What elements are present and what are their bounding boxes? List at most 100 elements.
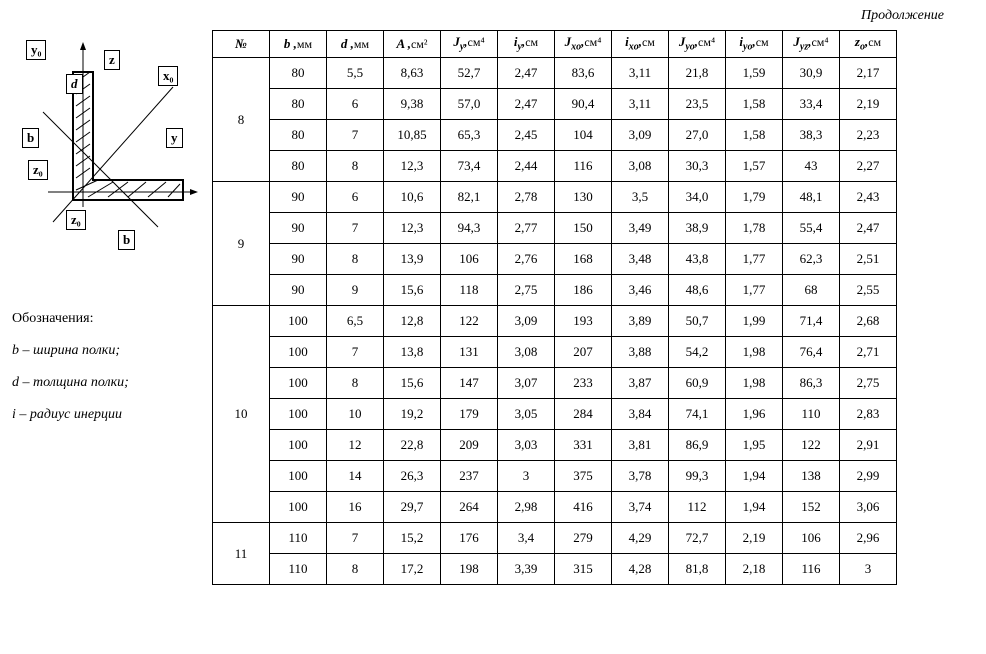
table-row: 8069,3857,02,4790,43,1123,51,5833,42,19: [213, 89, 897, 120]
cell-Jy: 122: [441, 306, 498, 337]
table-row: 100713,81313,082073,8854,21,9876,42,71: [213, 337, 897, 368]
cell-Jxo: 284: [555, 399, 612, 430]
legend-block: Обозначения: b – ширина полки; d – толщи…: [12, 305, 129, 433]
cell-Jyz: 122: [783, 430, 840, 461]
cell-d: 8: [327, 244, 384, 275]
cell-ixo: 3,84: [612, 399, 669, 430]
cell-d: 10: [327, 399, 384, 430]
cell-A: 9,38: [384, 89, 441, 120]
cell-A: 12,8: [384, 306, 441, 337]
label-y0: y₀: [26, 40, 46, 60]
cell-Jyo: 43,8: [669, 244, 726, 275]
cell-iyo: 1,78: [726, 213, 783, 244]
cell-zo: 2,47: [840, 213, 897, 244]
cell-d: 8: [327, 368, 384, 399]
label-z0-bottom: z₀: [66, 210, 86, 230]
col-Jy: Jy,см⁴: [441, 31, 498, 58]
cell-Jy: 52,7: [441, 58, 498, 89]
cell-Jyo: 86,9: [669, 430, 726, 461]
table-row: 1001629,72642,984163,741121,941523,06: [213, 492, 897, 523]
cell-Jy: 209: [441, 430, 498, 461]
cell-iyo: 1,57: [726, 151, 783, 182]
cell-b: 100: [270, 492, 327, 523]
label-z0-left: z₀: [28, 160, 48, 180]
table-row: 80710,8565,32,451043,0927,01,5838,32,23: [213, 120, 897, 151]
table-row: 990610,682,12,781303,534,01,7948,12,43: [213, 182, 897, 213]
cell-zo: 3,06: [840, 492, 897, 523]
cell-A: 13,8: [384, 337, 441, 368]
cell-iy: 2,77: [498, 213, 555, 244]
cell-Jyo: 60,9: [669, 368, 726, 399]
group-number: 9: [213, 182, 270, 306]
col-num: №: [213, 31, 270, 58]
col-iy: iy,см: [498, 31, 555, 58]
cell-Jy: 198: [441, 554, 498, 585]
col-A: A ,см²: [384, 31, 441, 58]
cell-Jyo: 99,3: [669, 461, 726, 492]
table-row: 100815,61473,072333,8760,91,9886,32,75: [213, 368, 897, 399]
cell-d: 14: [327, 461, 384, 492]
cell-Jyz: 33,4: [783, 89, 840, 120]
cell-A: 15,2: [384, 523, 441, 554]
table-row: 90813,91062,761683,4843,81,7762,32,51: [213, 244, 897, 275]
cell-b: 100: [270, 461, 327, 492]
cell-b: 110: [270, 523, 327, 554]
table-row: 101006,512,81223,091933,8950,71,9971,42,…: [213, 306, 897, 337]
cell-zo: 2,68: [840, 306, 897, 337]
cell-iy: 3,39: [498, 554, 555, 585]
cell-Jy: 264: [441, 492, 498, 523]
cell-Jy: 94,3: [441, 213, 498, 244]
cell-iyo: 1,77: [726, 275, 783, 306]
cell-iyo: 1,58: [726, 120, 783, 151]
cell-ixo: 3,78: [612, 461, 669, 492]
cell-ixo: 3,11: [612, 58, 669, 89]
header-row: № b ,мм d ,мм A ,см² Jy,см⁴ iy,см Jxo,см…: [213, 31, 897, 58]
cell-ixo: 3,09: [612, 120, 669, 151]
cell-iyo: 1,58: [726, 89, 783, 120]
cell-Jxo: 193: [555, 306, 612, 337]
cell-iyo: 1,98: [726, 337, 783, 368]
cell-A: 15,6: [384, 275, 441, 306]
table-row: 110817,21983,393154,2881,82,181163: [213, 554, 897, 585]
cell-iy: 3,05: [498, 399, 555, 430]
cell-A: 19,2: [384, 399, 441, 430]
cell-iyo: 1,98: [726, 368, 783, 399]
cell-iyo: 1,94: [726, 461, 783, 492]
col-d: d ,мм: [327, 31, 384, 58]
cell-Jyz: 116: [783, 554, 840, 585]
cell-zo: 2,75: [840, 368, 897, 399]
label-x0: x₀: [158, 66, 178, 86]
cell-Jy: 131: [441, 337, 498, 368]
cell-Jy: 118: [441, 275, 498, 306]
cell-A: 15,6: [384, 368, 441, 399]
cell-zo: 2,23: [840, 120, 897, 151]
cell-Jyo: 74,1: [669, 399, 726, 430]
cell-iy: 3: [498, 461, 555, 492]
cell-A: 29,7: [384, 492, 441, 523]
cell-Jxo: 168: [555, 244, 612, 275]
cell-ixo: 3,89: [612, 306, 669, 337]
cell-zo: 2,51: [840, 244, 897, 275]
cell-Jxo: 233: [555, 368, 612, 399]
cell-zo: 2,91: [840, 430, 897, 461]
cell-Jyo: 21,8: [669, 58, 726, 89]
cell-zo: 3: [840, 554, 897, 585]
cell-d: 12: [327, 430, 384, 461]
cell-Jxo: 416: [555, 492, 612, 523]
cell-Jyz: 71,4: [783, 306, 840, 337]
cell-Jyo: 48,6: [669, 275, 726, 306]
cell-b: 110: [270, 554, 327, 585]
table-row: 11110715,21763,42794,2972,72,191062,96: [213, 523, 897, 554]
col-zo: zo,см: [840, 31, 897, 58]
cell-Jxo: 104: [555, 120, 612, 151]
cell-d: 8: [327, 554, 384, 585]
cell-iy: 2,47: [498, 58, 555, 89]
cell-Jxo: 375: [555, 461, 612, 492]
cell-Jy: 237: [441, 461, 498, 492]
cell-A: 10,85: [384, 120, 441, 151]
cell-iy: 3,03: [498, 430, 555, 461]
cell-ixo: 3,88: [612, 337, 669, 368]
cell-A: 13,9: [384, 244, 441, 275]
cell-A: 8,63: [384, 58, 441, 89]
cell-iyo: 1,94: [726, 492, 783, 523]
